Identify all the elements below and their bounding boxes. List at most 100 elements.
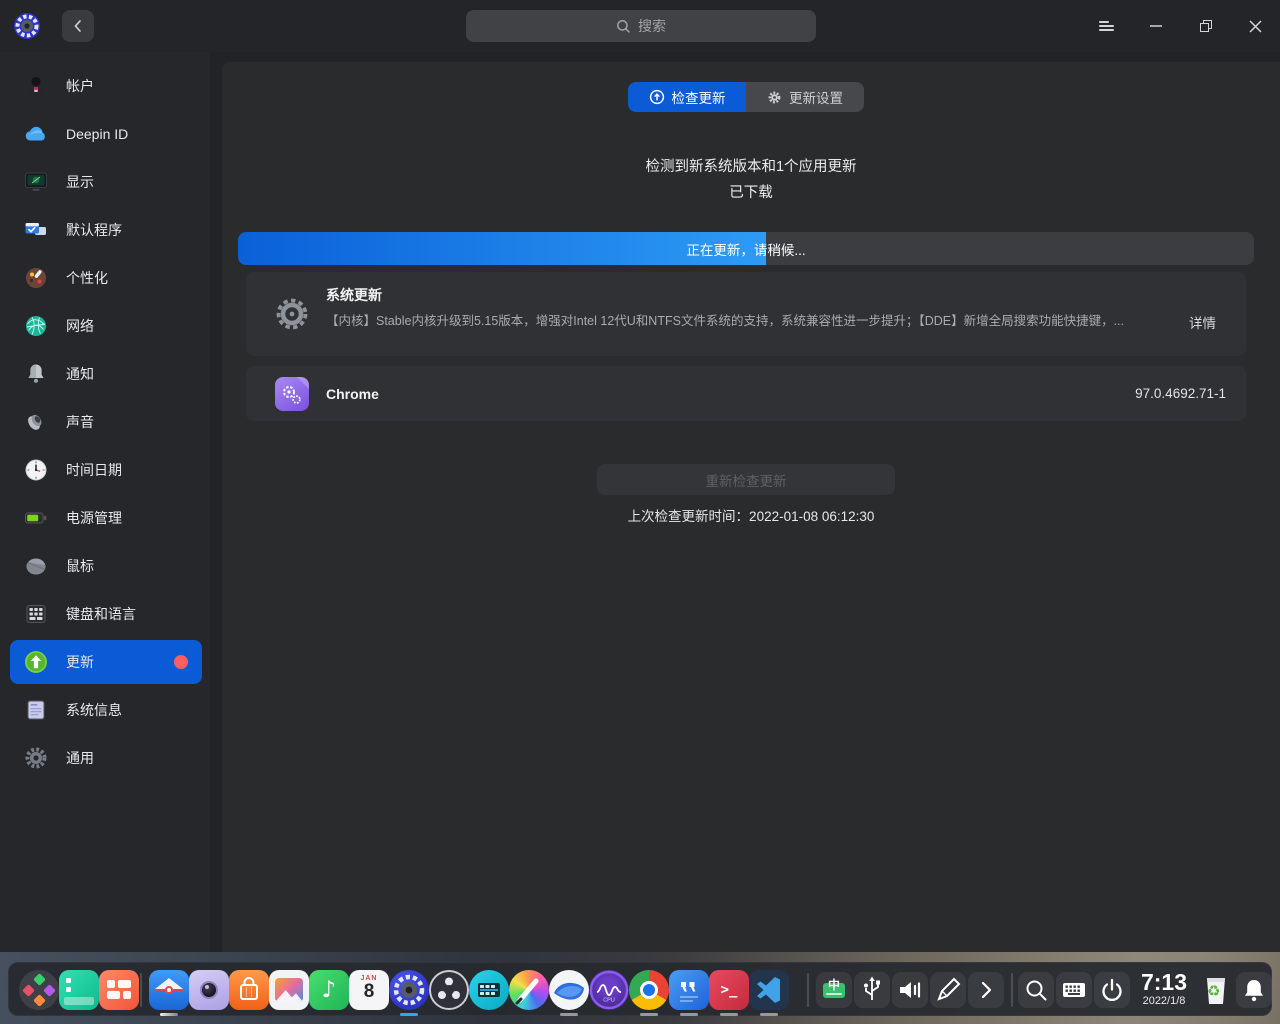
titlebar: 搜索 — [0, 0, 1280, 52]
tab-update-settings[interactable]: 更新设置 — [746, 82, 864, 112]
dock-krita[interactable] — [509, 970, 549, 1010]
minimize-icon[interactable] — [1140, 10, 1172, 42]
sidebar-item-notifications[interactable]: 通知 — [0, 350, 210, 398]
clock-date: 2022/1/8 — [1142, 995, 1186, 1007]
sidebar-item-sound[interactable]: 声音 — [0, 398, 210, 446]
dock-show-desktop[interactable] — [59, 970, 99, 1010]
dock-separator — [807, 973, 809, 1007]
tray-notification-bell[interactable] — [1236, 972, 1272, 1008]
sidebar-item-default-apps[interactable]: 默认程序 — [0, 206, 210, 254]
update-status-line2: 已下载 — [729, 185, 773, 201]
recycle-icon: ♻ — [1207, 983, 1221, 1000]
update-item-name: 系统更新 — [326, 287, 382, 303]
details-link[interactable]: 详情 — [1189, 312, 1216, 332]
update-status-line1: 检测到新系统版本和1个应用更新 — [645, 159, 857, 175]
tray-usb-icon[interactable] — [854, 972, 890, 1008]
dock-file-manager[interactable] — [149, 970, 189, 1016]
user-icon — [23, 73, 49, 99]
tray-keyboard-icon[interactable] — [1056, 972, 1092, 1008]
dock-control-center[interactable] — [389, 970, 429, 1016]
sidebar-item-time-date[interactable]: 时间日期 — [0, 446, 210, 494]
dock-indicator-active — [400, 1013, 418, 1016]
search-icon — [616, 19, 631, 34]
restore-icon[interactable] — [1190, 10, 1222, 42]
dock-terminal[interactable]: >_ — [709, 970, 749, 1016]
speaker-icon — [23, 409, 49, 435]
launcher-diamond — [22, 983, 35, 997]
desktop-bar — [64, 997, 94, 1005]
dock-obs[interactable] — [429, 970, 469, 1010]
tray-expand-icon[interactable] — [968, 972, 1004, 1008]
close-icon[interactable] — [1239, 10, 1271, 42]
sidebar-item-personalization[interactable]: 个性化 — [0, 254, 210, 302]
tab-check-updates[interactable]: 检查更新 — [628, 82, 746, 112]
tab-label: 更新设置 — [789, 91, 843, 106]
keyboard-icon — [23, 601, 49, 627]
package-icon — [275, 377, 309, 411]
update-progress-bar: 正在更新，请稍候... — [238, 232, 1254, 265]
cloud-icon — [23, 121, 49, 147]
sidebar-item-power[interactable]: 电源管理 — [0, 494, 210, 542]
dock-image-viewer[interactable] — [269, 970, 309, 1010]
bell-icon — [23, 361, 49, 387]
sidebar-item-keyboard-language[interactable]: 键盘和语言 — [0, 590, 210, 638]
menu-icon[interactable] — [1090, 10, 1122, 42]
sidebar-item-mouse[interactable]: 鼠标 — [0, 542, 210, 590]
tray-search-icon[interactable] — [1018, 972, 1054, 1008]
dock-text-editor[interactable] — [669, 970, 709, 1016]
svg-text:CPU: CPU — [603, 998, 615, 1004]
dock-indicator — [160, 1013, 178, 1016]
launcher-diamond — [32, 994, 46, 1007]
mouse-icon — [23, 553, 49, 579]
dock-multitasking[interactable] — [99, 970, 139, 1010]
clock-time: 7:13 — [1140, 969, 1188, 995]
dock-camera[interactable] — [189, 970, 229, 1010]
sidebar-item-updates[interactable]: 更新 — [0, 638, 210, 686]
sidebar-item-network[interactable]: 网络 — [0, 302, 210, 350]
dock-browser[interactable] — [549, 970, 589, 1016]
sidebar-item-accounts[interactable]: 帐户 — [0, 62, 210, 110]
dock-movie-editor[interactable] — [469, 970, 509, 1010]
sidebar-item-label: Deepin ID — [66, 126, 129, 142]
dock-indicator — [720, 1013, 738, 1016]
gear-icon — [273, 295, 311, 333]
dock-music[interactable]: ♪ — [309, 970, 349, 1010]
terminal-prompt-icon: >_ — [720, 982, 738, 998]
dock-launcher[interactable] — [19, 970, 59, 1010]
display-icon — [23, 169, 49, 195]
sidebar-item-label: 时间日期 — [66, 462, 122, 478]
update-page: 检查更新 更新设置 检测到新系统版本和1个应用更新 已下载 正在更新，请稍候..… — [222, 62, 1280, 952]
tray-volume-icon[interactable] — [892, 972, 928, 1008]
image-mountain — [275, 990, 303, 1002]
update-item-version: 97.0.4692.71-1 — [1135, 386, 1226, 401]
tray-screenshot-icon[interactable] — [930, 972, 966, 1008]
tray-power-icon[interactable] — [1094, 972, 1130, 1008]
dock-clock[interactable]: 7:13 2022/1/8 — [1129, 969, 1199, 1013]
dock-calendar[interactable]: JAN 8 — [349, 970, 389, 1010]
arrow-up-circle-icon — [649, 89, 665, 105]
sidebar-item-display[interactable]: 显示 — [0, 158, 210, 206]
tray-input-method[interactable]: 中 — [816, 972, 852, 1008]
dock-chrome[interactable] — [629, 970, 669, 1016]
dock-system-monitor[interactable]: CPU — [589, 970, 629, 1010]
sidebar-item-deepin-id[interactable]: Deepin ID — [0, 110, 210, 158]
dock-app-store[interactable] — [229, 970, 269, 1010]
default-apps-icon — [23, 217, 49, 243]
update-item-chrome[interactable]: Chrome 97.0.4692.71-1 — [246, 366, 1246, 421]
sidebar-item-label: 网络 — [66, 318, 94, 334]
dock-trash[interactable]: ♻ — [1198, 970, 1234, 1010]
multitask-block — [123, 991, 131, 999]
dock-vscode[interactable] — [749, 970, 789, 1016]
sidebar-item-system-info[interactable]: 系统信息 — [0, 686, 210, 734]
recheck-updates-button[interactable]: 重新检查更新 — [597, 464, 895, 495]
progress-label: 正在更新，请稍候... — [686, 242, 806, 258]
multitask-block — [107, 980, 115, 988]
search-input[interactable]: 搜索 — [466, 10, 816, 42]
sidebar-item-general[interactable]: 通用 — [0, 734, 210, 782]
update-item-system[interactable]: 系统更新 【内核】Stable内核升级到5.15版本，增强对Intel 12代U… — [246, 272, 1246, 356]
dock: ♪ JAN 8 CPU >_ 中 7:13 2022/1/8 ♻ — [8, 962, 1272, 1016]
dock-indicator — [560, 1013, 578, 1016]
back-button[interactable] — [62, 10, 94, 42]
settings-logo-icon — [12, 11, 42, 41]
ime-label: 中 — [827, 978, 840, 992]
